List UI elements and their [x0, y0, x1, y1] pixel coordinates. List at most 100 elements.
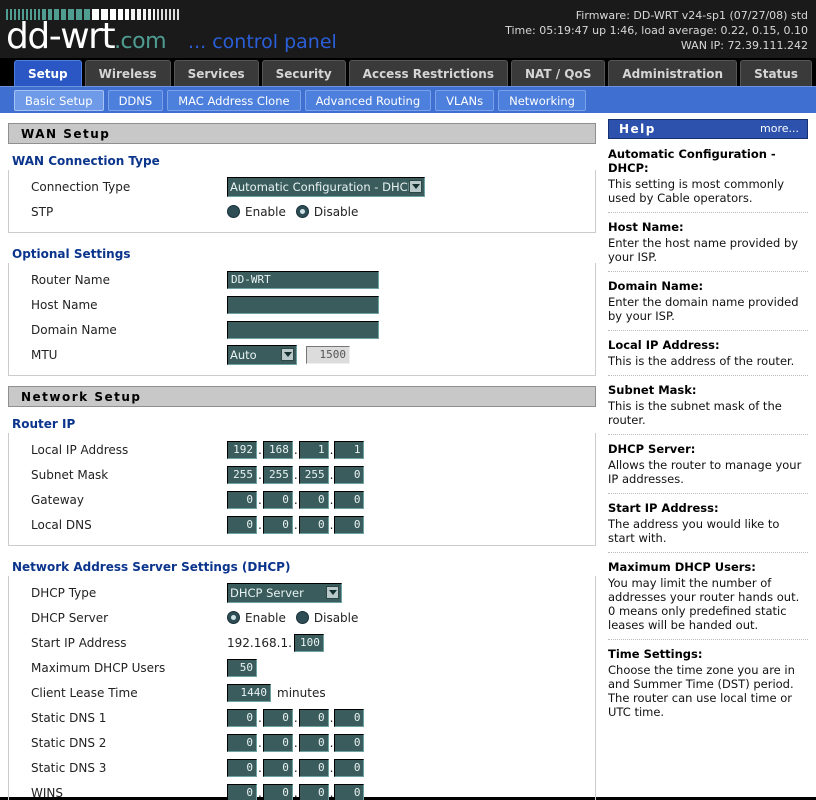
main-tab-administration[interactable]: Administration	[608, 60, 738, 86]
gateway-octet-3[interactable]	[298, 490, 329, 509]
local-dns-octet-2[interactable]	[262, 515, 293, 534]
main-tab-access-restrictions[interactable]: Access Restrictions	[348, 60, 508, 86]
local-dns-octet-3[interactable]	[298, 515, 329, 534]
row-client-lease-time: Client Lease Time minutes	[9, 680, 595, 705]
row-dhcp-type: DHCP Type DHCP Server	[9, 580, 595, 605]
radio-dot-icon	[295, 611, 309, 624]
static-dns-3-octet-1[interactable]	[227, 758, 257, 777]
gateway-octet-1[interactable]	[227, 490, 257, 509]
brand-logo: dd-wrt .com ... control panel	[6, 19, 337, 55]
subnet-mask-octet-4[interactable]	[334, 465, 365, 484]
wins-octet-1[interactable]	[227, 783, 257, 800]
domain-name-input[interactable]	[227, 320, 379, 339]
group-dhcp-settings: Network Address Server Settings (DHCP) D…	[8, 556, 596, 800]
stp-enable-radio[interactable]: Enable	[227, 205, 286, 219]
subnet-mask-octet-1[interactable]	[227, 465, 257, 484]
start-ip-input[interactable]	[293, 633, 324, 652]
help-more-link[interactable]: more...	[760, 119, 799, 139]
static-dns-2-octet-3[interactable]	[298, 733, 329, 752]
static-dns-2-octet-2[interactable]	[262, 733, 293, 752]
group-optional-settings: Optional Settings Router Name Host Name …	[8, 243, 596, 376]
static-dns-3-octet-4[interactable]	[334, 758, 365, 777]
sub-tab-ddns[interactable]: DDNS	[107, 89, 164, 111]
dhcp-disable-radio[interactable]: Disable	[295, 611, 358, 625]
wins-octet-3[interactable]	[298, 783, 329, 800]
help-body: Allows the router to manage your IP addr…	[608, 458, 802, 486]
static-dns-1-octet-1[interactable]	[227, 708, 257, 727]
wins-octet-2[interactable]	[262, 783, 293, 800]
sub-tab-mac-address-clone[interactable]: MAC Address Clone	[167, 89, 301, 111]
label-gateway: Gateway	[31, 492, 85, 507]
help-entry: Automatic Configuration - DHCP: This sett…	[608, 147, 808, 213]
help-term: Subnet Mask:	[608, 383, 697, 397]
sub-tab-networking[interactable]: Networking	[498, 89, 586, 111]
row-subnet-mask: Subnet Mask...	[9, 462, 595, 487]
local-ip-address-octet-3[interactable]	[298, 440, 329, 459]
local-ip-address-octet-1[interactable]	[227, 440, 257, 459]
start-ip-prefix: 192.168.1.	[227, 635, 292, 650]
static-dns-3-octet-2[interactable]	[262, 758, 293, 777]
row-connection-type: Connection Type Automatic Configuration …	[9, 174, 595, 199]
mtu-mode-select[interactable]: Auto	[227, 344, 297, 365]
label-static-dns-2: Static DNS 2	[31, 735, 107, 750]
logo-domain-suffix: .com	[114, 29, 167, 54]
help-body: This setting is most commonly used by Ca…	[608, 177, 785, 205]
max-dhcp-users-input[interactable]	[227, 658, 257, 677]
label-start-ip: Start IP Address	[31, 635, 127, 650]
static-dns-1-octet-4[interactable]	[334, 708, 365, 727]
lease-time-unit: minutes	[277, 685, 326, 700]
local-dns-octet-4[interactable]	[334, 515, 365, 534]
radio-dot-icon	[227, 205, 240, 218]
main-tab-status[interactable]: Status	[740, 60, 812, 86]
gateway-octet-2[interactable]	[262, 490, 293, 509]
local-dns-octet-1[interactable]	[227, 515, 257, 534]
row-router-name: Router Name	[9, 267, 595, 292]
label-local-ip-address: Local IP Address	[31, 442, 129, 457]
connection-type-select[interactable]: Automatic Configuration - DHCP	[227, 176, 425, 197]
label-connection-type: Connection Type	[31, 179, 131, 194]
group-router-ip: Router IP Local IP Address...Subnet Mask…	[8, 413, 596, 546]
gateway-octet-4[interactable]	[334, 490, 365, 509]
stp-disable-radio[interactable]: Disable	[295, 204, 359, 219]
main-tab-services[interactable]: Services	[173, 60, 259, 86]
group-wan-connection-type: WAN Connection Type Connection Type Auto…	[8, 150, 596, 233]
main-tab-wireless[interactable]: Wireless	[84, 60, 171, 86]
main-tab-setup[interactable]: Setup	[14, 60, 82, 86]
help-term: Time Settings:	[608, 647, 703, 661]
wins-octet-4[interactable]	[334, 783, 365, 800]
help-body: Choose the time zone you are in and Summ…	[608, 663, 795, 719]
uptime-load: Time: 05:19:47 up 1:46, load average: 0.…	[505, 24, 808, 37]
sub-tab-vlans[interactable]: VLANs	[435, 89, 495, 111]
subnet-mask-octet-3[interactable]	[298, 465, 329, 484]
static-dns-1-octet-2[interactable]	[262, 708, 293, 727]
static-dns-1-octet-3[interactable]	[298, 708, 329, 727]
sub-tab-advanced-routing[interactable]: Advanced Routing	[304, 89, 432, 111]
main-tab-nat-qos[interactable]: NAT / QoS	[510, 60, 606, 86]
dhcp-enable-label: Enable	[245, 610, 286, 625]
sub-tab-basic-setup[interactable]: Basic Setup	[14, 89, 104, 111]
legend-optional-settings: Optional Settings	[10, 247, 135, 263]
dhcp-type-select[interactable]: DHCP Server	[227, 582, 342, 603]
label-mtu: MTU	[31, 347, 58, 362]
stp-disable-label: Disable	[313, 204, 359, 219]
host-name-input[interactable]	[227, 295, 379, 314]
legend-dhcp: Network Address Server Settings (DHCP)	[10, 560, 295, 576]
local-ip-address-octet-2[interactable]	[262, 440, 293, 459]
help-entry: Subnet Mask: This is the subnet mask of t…	[608, 383, 808, 435]
static-dns-2-octet-1[interactable]	[227, 733, 257, 752]
label-dhcp-type: DHCP Type	[31, 585, 97, 600]
router-name-input[interactable]	[227, 270, 379, 289]
client-lease-time-input[interactable]	[227, 683, 271, 702]
local-ip-address-octet-4[interactable]	[334, 440, 365, 459]
label-static-dns-3: Static DNS 3	[31, 760, 107, 775]
row-start-ip: Start IP Address 192.168.1.	[9, 630, 595, 655]
subnet-mask-octet-2[interactable]	[262, 465, 293, 484]
row-local-ip-address: Local IP Address...	[9, 437, 595, 462]
main-tab-security[interactable]: Security	[261, 60, 346, 86]
help-entry: DHCP Server: Allows the router to manage …	[608, 442, 808, 494]
dhcp-enable-radio[interactable]: Enable	[227, 611, 286, 625]
static-dns-3-octet-3[interactable]	[298, 758, 329, 777]
static-dns-2-octet-4[interactable]	[334, 733, 365, 752]
label-wins: WINS	[31, 785, 63, 800]
row-static-dns-1: Static DNS 1...	[9, 705, 595, 730]
